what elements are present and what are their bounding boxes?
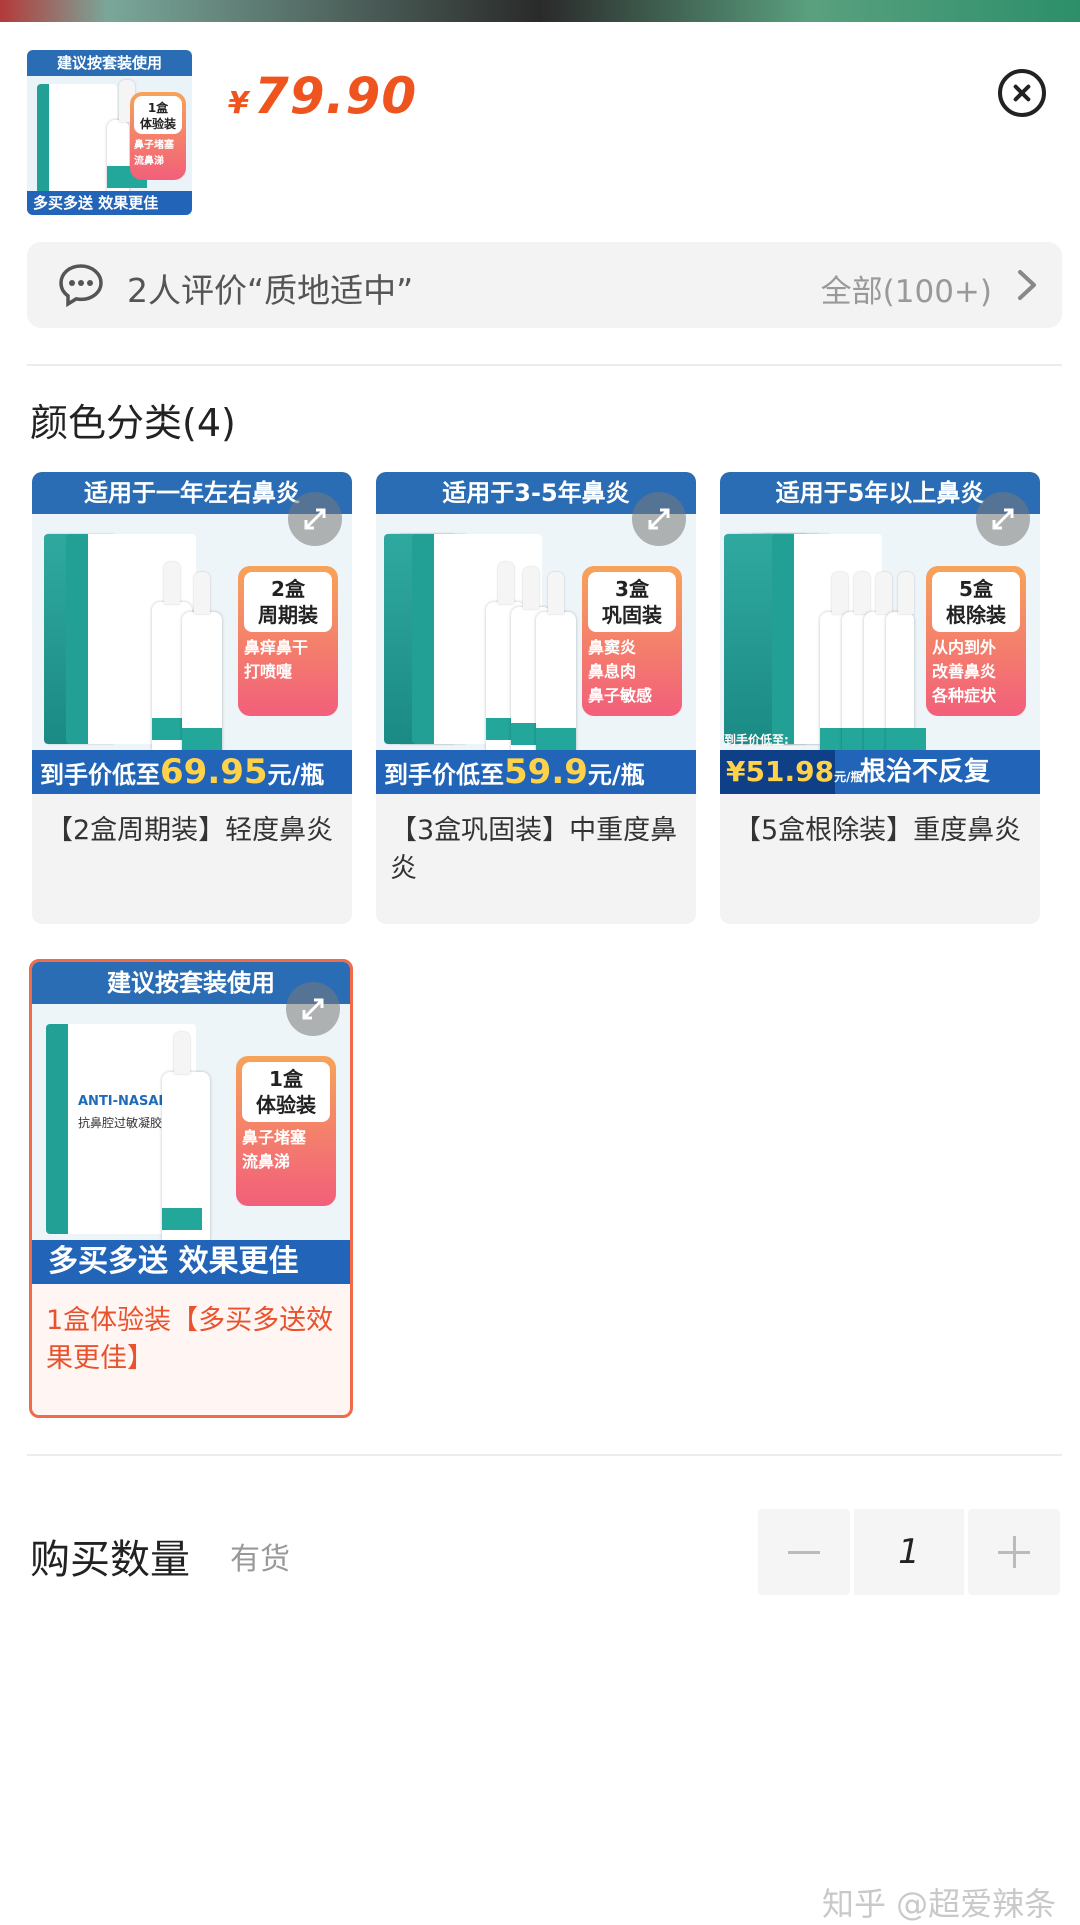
expand-icon[interactable]: [976, 492, 1030, 546]
variant-badge: 5盒 根除装 从内到外 改善鼻炎 各种症状: [926, 566, 1026, 716]
chevron-right-icon: [1018, 270, 1036, 300]
variant-badge-tag: 流鼻涕: [242, 1152, 291, 1171]
variant-badge-tag: 鼻息肉: [588, 662, 637, 681]
variant-badge-tag: 从内到外: [932, 638, 997, 657]
price-number: 69.95: [160, 752, 268, 792]
decrement-button[interactable]: [758, 1509, 850, 1595]
price-display: ¥ 79.90: [228, 67, 417, 125]
expand-icon[interactable]: [286, 982, 340, 1036]
variant-badge-tag: 鼻子敏感: [588, 686, 653, 705]
price-prefix: 到手价低至:: [724, 733, 789, 747]
price-suffix: 元/瓶: [834, 770, 863, 784]
review-summary: 2人评价“质地适中”: [127, 271, 414, 310]
product-bottle: [886, 572, 926, 762]
product-bottle: [182, 572, 222, 762]
price-suffix: 元/瓶: [587, 761, 645, 789]
variant-card-2-box[interactable]: 适用于一年左右鼻炎 2盒 周期装 鼻痒鼻干 打喷嚏 到手价低至69.95元/瓶 …: [32, 472, 352, 924]
divider: [27, 364, 1062, 366]
variant-badge-tag: 打喷嚏: [244, 662, 293, 681]
reviews-bar[interactable]: 2人评价“质地适中” 全部(100+): [27, 242, 1062, 328]
increment-button[interactable]: [968, 1509, 1060, 1595]
variant-image: 适用于3-5年鼻炎 3盒 巩固装 鼻窦炎 鼻息肉 鼻子敏感 到手价低至59.9元…: [376, 472, 696, 794]
product-name: ANTI-NASAL: [78, 1094, 167, 1109]
variant-badge-tag: 鼻子堵塞: [242, 1128, 307, 1147]
product-bottle: [536, 572, 576, 762]
variant-image: 适用于一年左右鼻炎 2盒 周期装 鼻痒鼻干 打喷嚏 到手价低至69.95元/瓶: [32, 472, 352, 794]
variant-image: 适用于5年以上鼻炎 5盒 根除装 从内到外 改善鼻炎 各种症状 到手价低至: ¥…: [720, 472, 1040, 794]
price-suffix: 元/瓶: [267, 761, 325, 789]
close-button[interactable]: [998, 69, 1046, 117]
variant-price-bar: 到手价低至59.9元/瓶: [376, 750, 696, 794]
variant-caption: 【2盒周期装】轻度鼻炎: [46, 815, 334, 846]
variant-badge-title: 1盒 体验装: [242, 1062, 330, 1122]
variant-badge-title: 3盒 巩固装: [588, 572, 676, 632]
section-title: 颜色分类(4): [30, 401, 236, 445]
price-number: ¥51.98: [726, 755, 835, 788]
variant-card-1-box[interactable]: 建议按套装使用 ANTI-NASAL 抗鼻腔过敏凝胶 1盒 体验装 鼻子堵塞 流…: [29, 959, 353, 1418]
thumb-badge-title: 1盒 体验装: [134, 96, 182, 134]
stock-status: 有货: [230, 1542, 290, 1577]
background-page-strip: [0, 0, 1080, 22]
variant-badge-tag: 改善鼻炎: [932, 662, 997, 681]
thumb-badge-tag: 鼻子堵塞: [134, 140, 174, 151]
thumb-bottle: [107, 80, 147, 200]
product-bottle: [162, 1032, 210, 1242]
variant-caption: 1盒体验装【多买多送效果更佳】: [46, 1305, 334, 1374]
variant-badge: 3盒 巩固装 鼻窦炎 鼻息肉 鼻子敏感: [582, 566, 682, 716]
slogan: 根治不反复: [860, 757, 991, 787]
variant-caption: 【3盒巩固装】中重度鼻炎: [390, 815, 678, 884]
chat-bubble-icon: [59, 264, 103, 308]
thumb-banner: 建议按套装使用: [27, 50, 192, 76]
watermark: 知乎 @超爱辣条: [822, 1885, 1057, 1923]
quantity-value[interactable]: 1: [854, 1509, 964, 1595]
variant-badge-tag: 各种症状: [932, 686, 997, 705]
variant-bottom-text: 多买多送 效果更佳: [32, 1240, 350, 1284]
quantity-stepper: 1: [758, 1509, 1062, 1595]
thumb-box: [37, 84, 117, 194]
expand-icon[interactable]: [632, 492, 686, 546]
variant-price-bar: 到手价低至: ¥51.98元/瓶 根治不反复: [720, 733, 1040, 794]
variant-badge-title: 2盒 周期装: [244, 572, 332, 632]
variant-caption: 【5盒根除装】重度鼻炎: [734, 815, 1022, 846]
expand-icon[interactable]: [288, 492, 342, 546]
all-reviews-link[interactable]: 全部(100+): [821, 266, 992, 311]
variant-badge: 1盒 体验装 鼻子堵塞 流鼻涕: [236, 1056, 336, 1206]
price-number: 59.9: [504, 752, 588, 792]
quantity-label: 购买数量: [30, 1537, 190, 1583]
currency-symbol: ¥: [228, 86, 249, 121]
variant-badge: 2盒 周期装 鼻痒鼻干 打喷嚏: [238, 566, 338, 716]
product-thumbnail[interactable]: 建议按套装使用 1盒 体验装 鼻子堵塞 流鼻涕 多买多送 效果更佳: [27, 50, 192, 215]
variant-image: 建议按套装使用 ANTI-NASAL 抗鼻腔过敏凝胶 1盒 体验装 鼻子堵塞 流…: [32, 962, 350, 1284]
divider: [27, 1454, 1062, 1456]
variant-badge-title: 5盒 根除装: [932, 572, 1020, 632]
price-box: 到手价低至: ¥51.98元/瓶: [720, 733, 862, 794]
price-value: 79.90: [253, 67, 418, 125]
price-prefix: 到手价低至: [384, 761, 504, 789]
variant-price-bar: 到手价低至69.95元/瓶: [32, 750, 352, 794]
variant-badge-tag: 鼻窦炎: [588, 638, 637, 657]
variant-badge-tag: 鼻痒鼻干: [244, 638, 309, 657]
variant-card-5-box[interactable]: 适用于5年以上鼻炎 5盒 根除装 从内到外 改善鼻炎 各种症状 到手价低至: ¥…: [720, 472, 1040, 924]
price-prefix: 到手价低至: [40, 761, 160, 789]
thumb-bottom-text: 多买多送 效果更佳: [27, 191, 192, 215]
thumb-badge-tag: 流鼻涕: [134, 156, 164, 167]
variant-card-3-box[interactable]: 适用于3-5年鼻炎 3盒 巩固装 鼻窦炎 鼻息肉 鼻子敏感 到手价低至59.9元…: [376, 472, 696, 924]
product-name-cn: 抗鼻腔过敏凝胶: [78, 1116, 163, 1130]
sku-selection-sheet: 建议按套装使用 1盒 体验装 鼻子堵塞 流鼻涕 多买多送 效果更佳 ¥ 79.9…: [0, 22, 1080, 1923]
thumb-badge: 1盒 体验装 鼻子堵塞 流鼻涕: [130, 92, 186, 180]
